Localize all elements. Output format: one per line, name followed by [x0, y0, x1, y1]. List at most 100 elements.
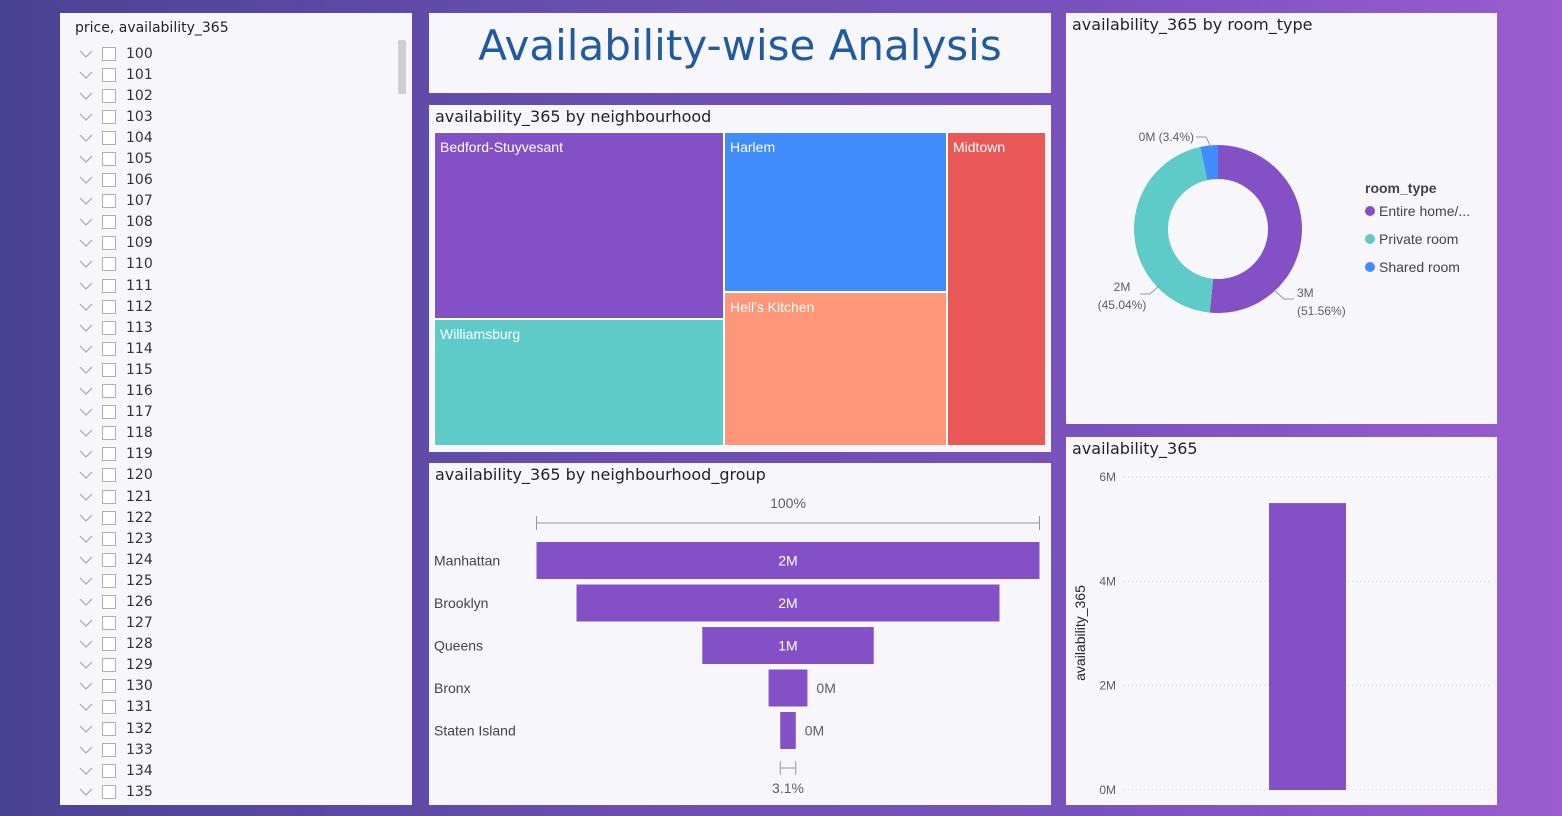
chevron-down-icon[interactable]: [74, 218, 98, 227]
slicer-item[interactable]: 108: [74, 212, 404, 233]
slicer-checkbox[interactable]: [102, 152, 116, 167]
slicer-checkbox[interactable]: [102, 468, 116, 483]
slicer-item[interactable]: 105: [74, 148, 404, 169]
slicer-item[interactable]: 133: [74, 739, 404, 760]
slicer-checkbox[interactable]: [102, 721, 116, 736]
slicer-checkbox[interactable]: [102, 426, 116, 441]
price-slicer[interactable]: price, availability_365 100 101 102 103 104 1…: [60, 13, 412, 805]
slicer-item[interactable]: 107: [74, 191, 404, 212]
slicer-scrollbar[interactable]: [398, 40, 406, 94]
chevron-down-icon[interactable]: [74, 92, 98, 100]
chevron-down-icon[interactable]: [74, 176, 98, 184]
slicer-item[interactable]: 106: [74, 170, 404, 191]
chevron-down-icon[interactable]: [74, 113, 98, 121]
slicer-checkbox[interactable]: [102, 341, 116, 356]
chevron-down-icon[interactable]: [74, 661, 98, 670]
slicer-item[interactable]: 132: [74, 718, 404, 739]
chevron-down-icon[interactable]: [74, 71, 98, 79]
treemap-tile[interactable]: Midtown: [947, 132, 1046, 446]
slicer-item[interactable]: 128: [74, 634, 404, 655]
slicer-checkbox[interactable]: [102, 278, 116, 293]
treemap-tile[interactable]: Williamsburg: [434, 319, 724, 446]
treemap-tile[interactable]: Harlem: [724, 132, 947, 292]
slicer-item[interactable]: 103: [74, 106, 404, 127]
slicer-item[interactable]: 113: [74, 317, 404, 338]
chevron-down-icon[interactable]: [74, 493, 98, 501]
slicer-checkbox[interactable]: [102, 700, 116, 715]
slicer-checkbox[interactable]: [102, 552, 116, 567]
treemap-chart[interactable]: availability_365 by neighbourhood Bedfor…: [429, 105, 1051, 452]
slicer-checkbox[interactable]: [102, 405, 116, 420]
slicer-item[interactable]: 122: [74, 507, 404, 528]
chevron-down-icon[interactable]: [74, 746, 98, 754]
chevron-down-icon[interactable]: [74, 556, 98, 564]
chevron-down-icon[interactable]: [74, 260, 98, 269]
slicer-checkbox[interactable]: [102, 637, 116, 652]
slicer-checkbox[interactable]: [102, 215, 116, 230]
slicer-checkbox[interactable]: [102, 658, 116, 673]
chevron-down-icon[interactable]: [74, 788, 98, 796]
slicer-checkbox[interactable]: [102, 384, 116, 399]
chevron-down-icon[interactable]: [74, 703, 98, 712]
slicer-checkbox[interactable]: [102, 109, 116, 124]
chevron-down-icon[interactable]: [74, 239, 98, 248]
slicer-item[interactable]: 111: [74, 275, 404, 296]
slicer-checkbox[interactable]: [102, 173, 116, 188]
slicer-checkbox[interactable]: [102, 236, 116, 251]
slicer-item[interactable]: 100: [74, 43, 404, 64]
donut-chart[interactable]: availability_365 by room_type 3M (51.56%)…: [1066, 13, 1497, 424]
slicer-checkbox[interactable]: [102, 46, 116, 61]
slicer-item[interactable]: 116: [74, 381, 404, 402]
chevron-down-icon[interactable]: [74, 450, 98, 459]
chevron-down-icon[interactable]: [74, 471, 98, 480]
chevron-down-icon[interactable]: [74, 345, 98, 353]
slicer-checkbox[interactable]: [102, 616, 116, 631]
slicer-checkbox[interactable]: [102, 67, 116, 82]
slicer-checkbox[interactable]: [102, 130, 116, 145]
funnel-chart[interactable]: availability_365 by neighbourhood_group …: [429, 463, 1051, 805]
chevron-down-icon[interactable]: [74, 408, 98, 416]
chevron-down-icon[interactable]: [74, 682, 98, 691]
slicer-item[interactable]: 123: [74, 528, 404, 549]
treemap-tile[interactable]: Hell's Kitchen: [724, 292, 947, 446]
slicer-checkbox[interactable]: [102, 679, 116, 694]
slicer-checkbox[interactable]: [102, 784, 116, 799]
slicer-checkbox[interactable]: [102, 194, 116, 209]
slicer-item[interactable]: 119: [74, 444, 404, 465]
slicer-item[interactable]: 101: [74, 64, 404, 85]
chevron-down-icon[interactable]: [74, 598, 98, 606]
chevron-down-icon[interactable]: [74, 429, 98, 438]
slicer-checkbox[interactable]: [102, 88, 116, 103]
slicer-checkbox[interactable]: [102, 257, 116, 272]
chevron-down-icon[interactable]: [74, 619, 98, 627]
chevron-down-icon[interactable]: [74, 303, 98, 311]
slicer-item[interactable]: 130: [74, 676, 404, 697]
chevron-down-icon[interactable]: [74, 577, 98, 585]
slicer-item[interactable]: 117: [74, 402, 404, 423]
slicer-checkbox[interactable]: [102, 510, 116, 525]
chevron-down-icon[interactable]: [74, 134, 98, 142]
chevron-down-icon[interactable]: [74, 535, 98, 543]
slicer-item[interactable]: 120: [74, 465, 404, 486]
chevron-down-icon[interactable]: [74, 366, 98, 374]
slicer-checkbox[interactable]: [102, 362, 116, 377]
chevron-down-icon[interactable]: [74, 387, 98, 395]
chevron-down-icon[interactable]: [74, 282, 98, 290]
bar-chart[interactable]: availability_365 0M 2M 4M 6M availability_36…: [1066, 437, 1497, 805]
slicer-item[interactable]: 112: [74, 296, 404, 317]
slicer-item[interactable]: 134: [74, 760, 404, 781]
slicer-item[interactable]: 118: [74, 423, 404, 444]
chevron-down-icon[interactable]: [74, 725, 98, 733]
slicer-checkbox[interactable]: [102, 573, 116, 588]
chevron-down-icon[interactable]: [74, 640, 98, 649]
slicer-item[interactable]: 102: [74, 85, 404, 106]
slicer-checkbox[interactable]: [102, 763, 116, 778]
slicer-item[interactable]: 104: [74, 127, 404, 148]
slicer-item[interactable]: 129: [74, 655, 404, 676]
slicer-checkbox[interactable]: [102, 742, 116, 757]
slicer-item[interactable]: 121: [74, 486, 404, 507]
slicer-list[interactable]: 100 101 102 103 104 105 106 107 108 109 110 111 112 1…: [74, 43, 404, 802]
slicer-item[interactable]: 135: [74, 781, 404, 802]
chevron-down-icon[interactable]: [74, 767, 98, 775]
slicer-item[interactable]: 109: [74, 233, 404, 254]
